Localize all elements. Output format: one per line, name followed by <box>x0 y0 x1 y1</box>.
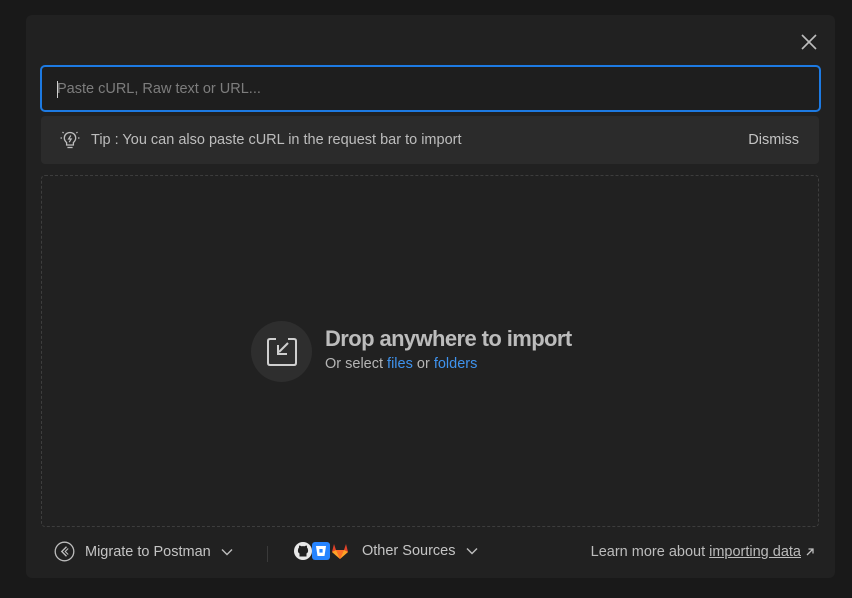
migrate-to-postman-button[interactable]: Migrate to Postman <box>54 541 233 562</box>
drop-title: Drop anywhere to import <box>325 326 572 351</box>
divider <box>267 546 268 562</box>
close-icon <box>801 34 817 50</box>
folders-link[interactable]: folders <box>434 356 478 372</box>
tip-bar: Tip : You can also paste cURL in the req… <box>41 116 819 164</box>
drop-subtitle: Or select files or folders <box>325 356 477 372</box>
text-caret <box>57 81 58 98</box>
files-link[interactable]: files <box>387 356 413 372</box>
other-sources-label: Other Sources <box>362 543 456 559</box>
dismiss-button[interactable]: Dismiss <box>748 132 799 148</box>
github-icon <box>294 542 312 560</box>
drop-zone[interactable]: Drop anywhere to import Or select files … <box>41 175 819 527</box>
source-icons <box>293 541 350 561</box>
url-input-container[interactable] <box>40 65 821 112</box>
footer: Migrate to Postman Other Sources Learn m… <box>26 537 835 569</box>
external-arrow-icon <box>805 547 815 557</box>
lightbulb-icon <box>60 131 80 149</box>
close-button[interactable] <box>798 31 820 53</box>
gitlab-icon <box>332 544 348 559</box>
subtitle-or: or <box>416 356 430 372</box>
paste-input[interactable] <box>57 80 819 97</box>
import-modal: Tip : You can also paste cURL in the req… <box>26 15 835 578</box>
import-icon <box>251 321 312 382</box>
chevron-down-icon <box>221 548 233 556</box>
subtitle-prefix: Or select <box>325 356 384 372</box>
migrate-icon <box>54 541 75 562</box>
learn-more: Learn more about importing data <box>591 544 815 560</box>
learn-prefix: Learn more about <box>590 544 706 560</box>
migrate-label: Migrate to Postman <box>85 543 211 560</box>
tip-text: Tip : You can also paste cURL in the req… <box>91 132 462 148</box>
bitbucket-icon <box>312 542 330 560</box>
chevron-down-icon <box>466 547 478 555</box>
other-sources-button[interactable]: Other Sources <box>293 541 478 561</box>
importing-data-link[interactable]: importing data <box>709 544 801 560</box>
